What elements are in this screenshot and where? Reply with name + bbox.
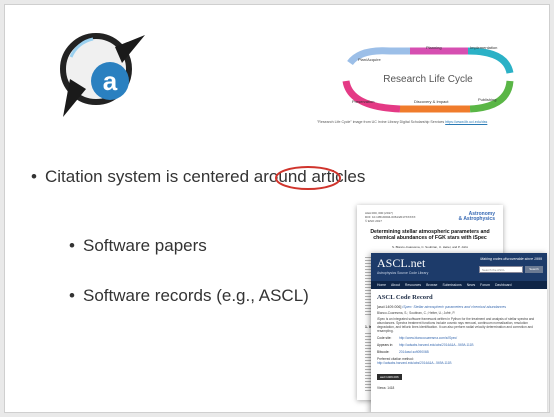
ascl-row-value[interactable]: http://www.blancocuaresma.com/s/iSpec/	[399, 336, 457, 340]
ascl-row-key: Appears in:	[377, 343, 394, 348]
highlight-circle	[275, 166, 341, 190]
ascl-record-id: [ascl:1409.006]	[377, 305, 402, 309]
paper-header: A&A 000, 000 (2017) DOI: 10.1051/0004-63…	[365, 211, 416, 223]
ascl-search-input[interactable]: Search the ASCL	[479, 266, 523, 273]
ascl-row-value[interactable]: http://adsabs.harvard.edu/abs/2014A&A...…	[399, 343, 473, 347]
ascl-search-button[interactable]: Search	[525, 266, 543, 273]
paper-title: Determining stellar atmospheric paramete…	[370, 229, 490, 241]
bullet-dot: •	[69, 236, 75, 255]
ascl-tagline: Making codes discoverable since 1999	[480, 257, 542, 261]
ascl-row-key: Bibcode:	[377, 350, 390, 355]
ascl-subtitle: Astrophysics Source Code Library	[377, 271, 429, 275]
paper-authors: S. Blanco-Cuaresma, C. Soubiran, U. Heit…	[392, 245, 468, 249]
ascl-record-title[interactable]: iSpec: Stellar atmospheric parameters an…	[402, 305, 506, 309]
ascl-header: ASCL.net Astrophysics Source Code Librar…	[371, 253, 547, 281]
bullet-main-text: Citation system is centered around	[45, 167, 312, 186]
cycle-stage-6: Preservation	[352, 99, 374, 104]
bullet-software-records: • Software records (e.g., ASCL)	[69, 286, 309, 306]
ascl-record-description: iSpec is an integrated software framewor…	[377, 317, 535, 334]
cycle-stage-1: Plan/Acquire	[358, 57, 381, 62]
cycle-stage-4: Publishing	[478, 97, 496, 102]
bullet-software-papers: • Software papers	[69, 236, 207, 256]
logo-letter: a	[103, 66, 118, 96]
ascl-row-bibcode: Bibcode: 2014ascl.soft09006B	[377, 350, 541, 354]
ascl-preferred-value[interactable]: http://adsabs.harvard.edu/abs/2014A&A...…	[377, 361, 451, 365]
ascl-row-value[interactable]: 2014ascl.soft09006B	[399, 350, 429, 354]
lifecycle-caption: "Research Life Cycle" image from UC Irvi…	[317, 120, 547, 124]
ascl-body: ASCL Code Record [ascl:1409.006] iSpec: …	[371, 289, 547, 395]
ascl-preferred-citation: Preferred citation method: http://adsabs.…	[377, 357, 541, 365]
ascl-row-appears-in: Appears in: http://adsabs.harvard.edu/abs…	[377, 343, 541, 347]
ascl-record-authors: Blanco-Cuaresma, S.; Soubiran, C.; Heite…	[377, 311, 456, 316]
ascl-record-id-line: [ascl:1409.006] iSpec: Stellar atmospher…	[377, 305, 541, 309]
ascl-nav-about[interactable]: About	[391, 283, 400, 287]
ascl-record-heading: ASCL Code Record	[377, 294, 433, 301]
lifecycle-caption-text: "Research Life Cycle" image from UC Irvi…	[317, 120, 445, 124]
ascl-site-title: ASCL.net	[377, 256, 426, 270]
cycle-stage-5: Discovery & Impact	[414, 99, 449, 104]
bullet-software-records-text: Software records (e.g., ASCL)	[83, 286, 309, 305]
ascl-nav-news[interactable]: News	[467, 283, 475, 287]
ascl-nav-dashboard[interactable]: Dashboard	[495, 283, 512, 287]
ascl-nav-resources[interactable]: Resources	[405, 283, 421, 287]
bullet-dot: •	[31, 167, 37, 186]
ascl-row-code-site: Code site: http://www.blancocuaresma.com/…	[377, 336, 541, 340]
ascl-nav-home[interactable]: Home	[377, 283, 386, 287]
ascl-row-key: Code site:	[377, 336, 392, 341]
slide: a Research Life Cycle Plan/Acquire Plann…	[4, 4, 550, 413]
paper-journal: Astronomy & Astrophysics	[458, 211, 496, 222]
ascl-views: Views: 1418	[377, 386, 395, 391]
ascl-nav-browse[interactable]: Browse	[426, 283, 437, 287]
lifecycle-caption-link[interactable]: https://www.lib.uci.edu/dss	[445, 120, 487, 124]
ascl-citation-button[interactable]: ascl:1409.006	[377, 374, 402, 381]
cycle-stage-3: Implementation	[470, 45, 497, 50]
ads-magnifier-icon: a	[60, 33, 145, 117]
ascl-nav-submissions[interactable]: Submissions	[442, 283, 461, 287]
cycle-center-title: Research Life Cycle	[383, 74, 473, 85]
cycle-stage-2: Planning	[426, 45, 442, 50]
bullet-dot: •	[69, 286, 75, 305]
ascl-nav: Home About Resources Browse Submissions …	[371, 281, 547, 289]
bullet-software-papers-text: Software papers	[83, 236, 207, 255]
ascl-record-screenshot: ASCL.net Astrophysics Source Code Librar…	[371, 253, 547, 412]
ascl-nav-forum[interactable]: Forum	[480, 283, 490, 287]
research-lifecycle-diagram: Research Life Cycle Plan/Acquire Plannin…	[342, 45, 514, 113]
